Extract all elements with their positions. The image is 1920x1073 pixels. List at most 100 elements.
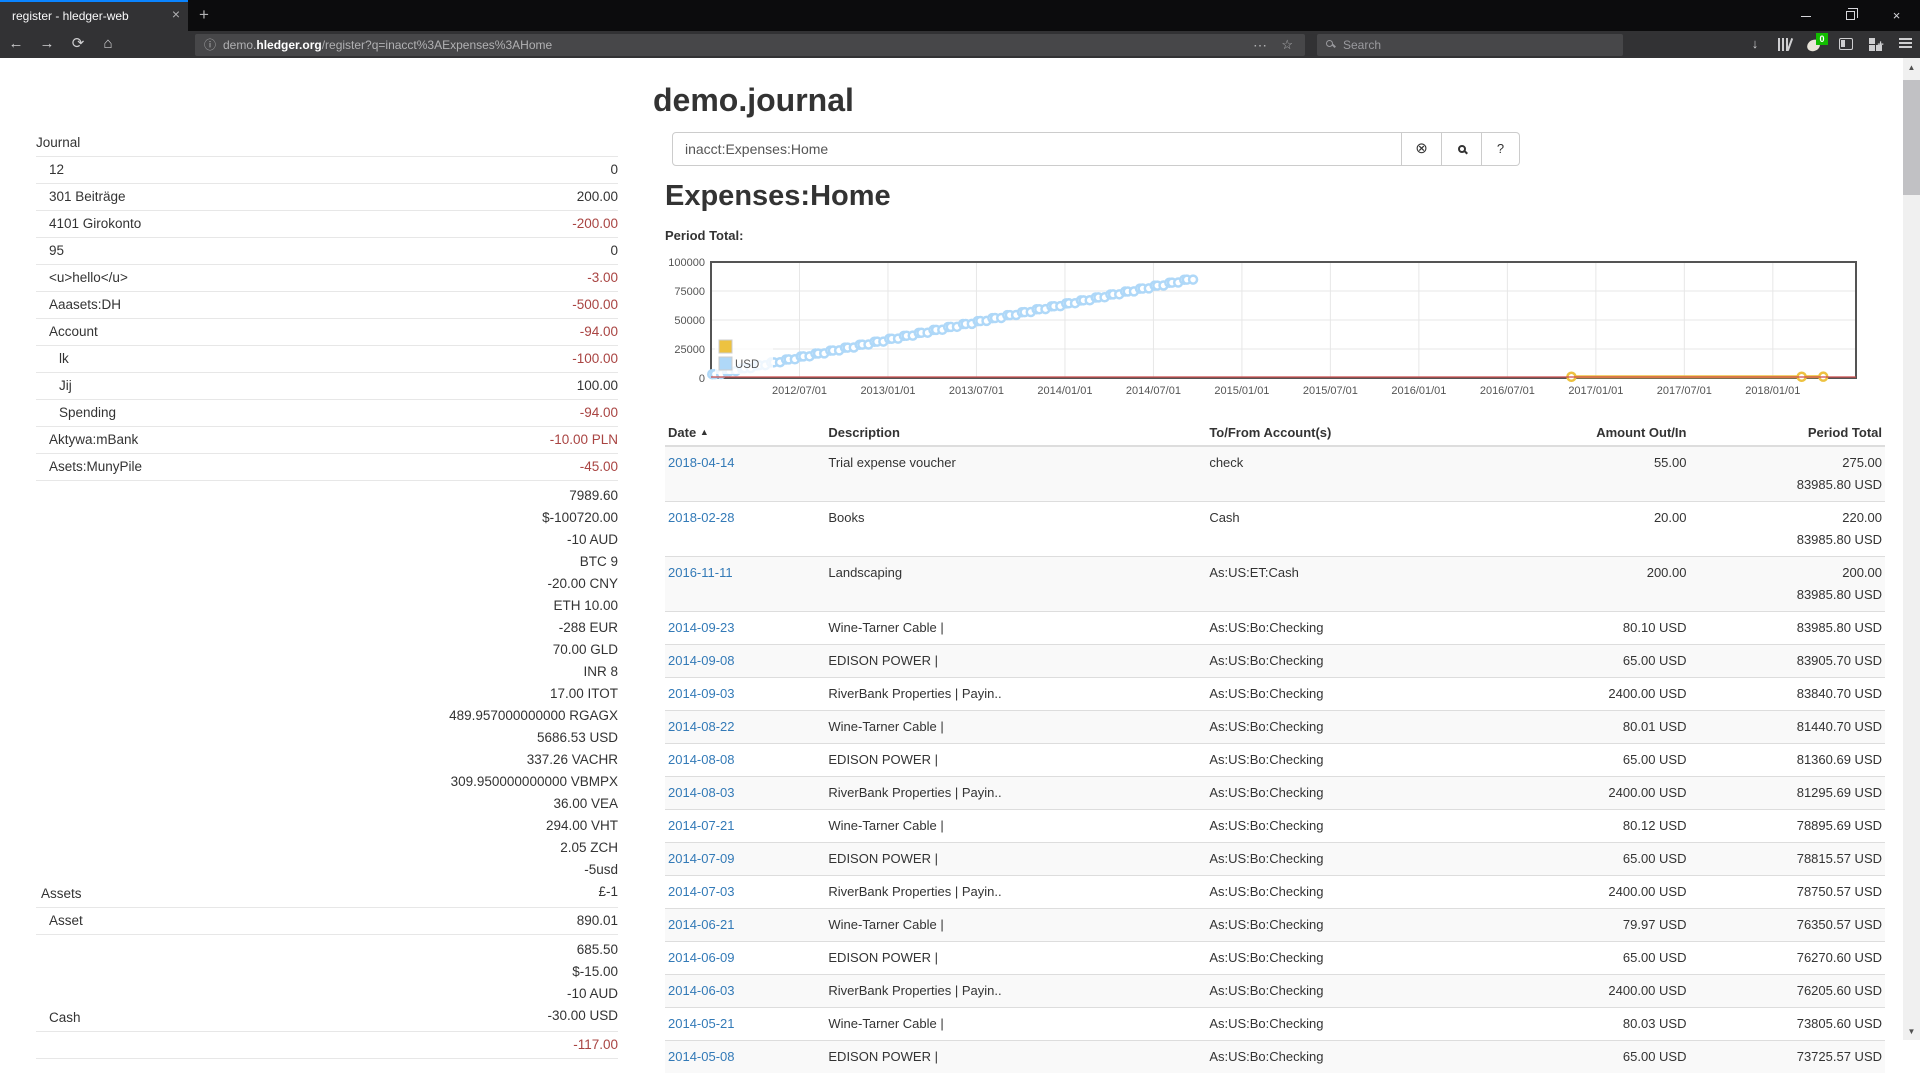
register-row: 2014-05-08EDISON POWER |As:US:Bo:Checkin… [665, 1041, 1885, 1073]
transaction-date-link[interactable]: 2014-08-22 [668, 719, 735, 734]
transaction-date-link[interactable]: 2014-06-09 [668, 950, 735, 965]
svg-text:2016/07/01: 2016/07/01 [1480, 385, 1535, 397]
register-row: 2014-06-21Wine-Tarner Cable |As:US:Bo:Ch… [665, 909, 1885, 942]
period-total-label: Period Total: [665, 228, 743, 243]
scrollbar-thumb[interactable] [1903, 80, 1920, 195]
register-row: 2014-06-09EDISON POWER |As:US:Bo:Checkin… [665, 942, 1885, 975]
transaction-date-link[interactable]: 2014-08-08 [668, 752, 735, 767]
window-minimize-button[interactable] [1783, 0, 1828, 31]
window-restore-button[interactable] [1828, 0, 1873, 31]
transaction-date-link[interactable]: 2014-09-23 [668, 620, 735, 635]
window-close-button[interactable]: × [1874, 0, 1919, 31]
transaction-date-link[interactable]: 2014-07-09 [668, 851, 735, 866]
account-link[interactable]: Asets:MunyPile [36, 458, 142, 476]
account-link[interactable]: Aktywa:mBank [36, 431, 138, 449]
transaction-description: Books [825, 502, 1206, 557]
transaction-account: As:US:Bo:Checking [1206, 843, 1537, 876]
browser-tab[interactable]: register - hledger-web × [0, 0, 188, 31]
account-link[interactable]: 301 Beiträge [36, 188, 126, 206]
account-link[interactable]: <u>hello</u> [36, 269, 128, 287]
downloads-icon[interactable]: ↓ [1741, 31, 1769, 58]
register-row: 2014-08-03RiverBank Properties | Payin..… [665, 777, 1885, 810]
account-link[interactable]: 4101 Girokonto [36, 215, 141, 233]
query-input[interactable] [672, 132, 1402, 166]
page-actions-icon[interactable]: ⋯ [1253, 34, 1267, 56]
sidebar-account-row: Spending-94.00 [36, 400, 618, 427]
transaction-date-link[interactable]: 2016-11-11 [668, 565, 733, 580]
sidebar-account-row: 301 Beiträge200.00 [36, 184, 618, 211]
account-link[interactable]: 12 [36, 161, 64, 179]
transaction-description: Wine-Tarner Cable | [825, 909, 1206, 942]
account-link[interactable]: Aaasets:DH [36, 296, 121, 314]
transaction-description: Landscaping [825, 557, 1206, 612]
scroll-down-icon[interactable]: ▼ [1903, 1024, 1920, 1040]
account-balance: 100.00 [577, 377, 618, 395]
home-icon[interactable]: ⌂ [94, 31, 122, 58]
account-balance: -200.00 [572, 215, 618, 233]
transaction-amount: 200.00 [1537, 557, 1689, 612]
account-link[interactable]: Assets [36, 885, 82, 903]
transaction-description: EDISON POWER | [825, 843, 1206, 876]
register-row: 2014-08-22Wine-Tarner Cable |As:US:Bo:Ch… [665, 711, 1885, 744]
clear-query-button[interactable]: ⊗ [1402, 132, 1442, 166]
forward-icon[interactable]: → [33, 31, 61, 58]
menu-hamburger-icon[interactable] [1891, 31, 1919, 58]
transaction-date-link[interactable]: 2014-05-21 [668, 1016, 735, 1031]
transaction-date-link[interactable]: 2014-07-21 [668, 818, 735, 833]
browser-titlebar: register - hledger-web × + × [0, 0, 1920, 31]
search-placeholder: Search [1343, 34, 1381, 56]
scroll-up-icon[interactable]: ▲ [1903, 60, 1920, 76]
transaction-date-link[interactable]: 2014-06-03 [668, 983, 735, 998]
extension-bird-icon[interactable]: 0 [1799, 31, 1827, 58]
account-link[interactable]: Spending [36, 404, 116, 422]
transaction-amount: 2400.00 USD [1537, 678, 1689, 711]
transaction-date-link[interactable]: 2014-05-08 [668, 1049, 735, 1064]
account-link[interactable]: Jij [36, 377, 72, 395]
account-link[interactable]: Journal [36, 134, 80, 152]
period-total-chart: 02500050000750001000002012/07/012013/01/… [665, 248, 1877, 404]
transaction-date-link[interactable]: 2018-04-14 [668, 455, 735, 470]
back-icon[interactable]: ← [2, 31, 30, 58]
transaction-date-link[interactable]: 2014-08-03 [668, 785, 735, 800]
svg-text:2017/07/01: 2017/07/01 [1657, 385, 1712, 397]
bookmark-star-icon[interactable]: ☆ [1281, 34, 1293, 56]
account-link[interactable]: Asset [36, 912, 83, 930]
transaction-description: EDISON POWER | [825, 645, 1206, 678]
transaction-period-total: 81360.69 USD [1689, 744, 1885, 777]
library-icon[interactable] [1770, 31, 1798, 58]
help-button[interactable]: ? [1482, 132, 1520, 166]
sidebars-toggle-icon[interactable] [1832, 31, 1860, 58]
transaction-date-link[interactable]: 2014-09-03 [668, 686, 735, 701]
site-info-icon[interactable]: ⓘ [204, 34, 216, 56]
reload-icon[interactable]: ⟳ [64, 31, 92, 58]
new-tab-button[interactable]: + [188, 0, 220, 31]
tab-close-icon[interactable]: × [172, 6, 180, 22]
transaction-date-link[interactable]: 2014-07-03 [668, 884, 735, 899]
account-link[interactable]: Cash [36, 1009, 81, 1027]
transaction-account: Cash [1206, 502, 1537, 557]
transaction-date-link[interactable]: 2014-06-21 [668, 917, 735, 932]
svg-text:2012/07/01: 2012/07/01 [772, 385, 827, 397]
query-form: ⊗ ? [672, 132, 1520, 166]
register-table: Date ▲ Description To/From Account(s) Am… [665, 420, 1885, 1073]
sidebar-account-row: -117.00 [36, 1032, 618, 1059]
sidebar-account-row: Account-94.00 [36, 319, 618, 346]
account-balance: -117.00 [573, 1036, 618, 1054]
transaction-date-link[interactable]: 2018-02-28 [668, 510, 735, 525]
transaction-date-link[interactable]: 2014-09-08 [668, 653, 735, 668]
transaction-period-total: 81440.70 USD [1689, 711, 1885, 744]
account-link[interactable]: 95 [36, 242, 64, 260]
browser-search-bar[interactable]: Search [1317, 34, 1623, 56]
transaction-period-total: 73725.57 USD [1689, 1041, 1885, 1073]
vertical-scrollbar[interactable]: ▲ ▼ [1903, 58, 1920, 1040]
column-header-date[interactable]: Date ▲ [665, 420, 825, 446]
account-link[interactable]: lk [36, 350, 69, 368]
account-heading: Expenses:Home [665, 180, 891, 213]
extensions-grid-icon[interactable] [1861, 31, 1889, 58]
search-submit-button[interactable] [1442, 132, 1482, 166]
account-link[interactable]: Account [36, 323, 98, 341]
transaction-period-total: 83905.70 USD [1689, 645, 1885, 678]
svg-text:2014/07/01: 2014/07/01 [1126, 385, 1181, 397]
column-header-account: To/From Account(s) [1206, 420, 1537, 446]
url-bar[interactable]: ⓘ demo.hledger.org/register?q=inacct%3AE… [195, 34, 1305, 56]
